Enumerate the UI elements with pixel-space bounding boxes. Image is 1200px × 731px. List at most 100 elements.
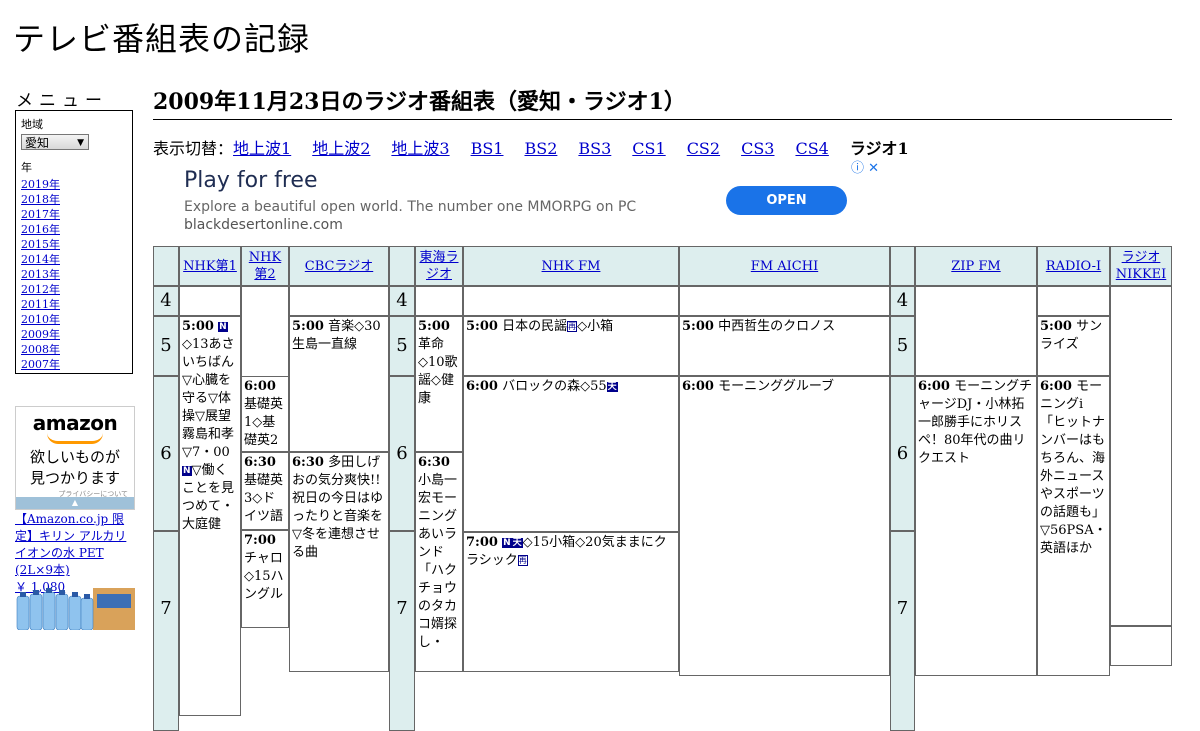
year-link-2008[interactable]: 2008年 xyxy=(21,342,127,357)
amazon-ad-banner[interactable]: amazon 欲しいものが 見つかります プライバシーについて ▲ xyxy=(15,406,135,510)
region-label: 地域 xyxy=(21,118,43,131)
program-cell[interactable]: 7:00 チャロ◇15ハングル xyxy=(241,530,289,628)
region-select[interactable]: 愛知 ▼ xyxy=(21,134,89,150)
hour-label: 6 xyxy=(890,376,915,531)
program-text: モーニングi「ヒットナンバーはもちろん、海外ニュースやスポーツの話題も」▽56P… xyxy=(1040,379,1107,556)
program-slot-empty xyxy=(1037,286,1110,316)
year-link-2010[interactable]: 2010年 xyxy=(21,312,127,327)
header-corner xyxy=(153,246,179,286)
ad-headline[interactable]: Play for free xyxy=(184,168,318,193)
product-image[interactable] xyxy=(15,582,135,630)
program-time: 6:30 xyxy=(418,455,450,470)
program-cell[interactable]: 6:30 多田しげおの気分爽快!! 祝日の今日はゆったりと音楽を▽冬を連想させる… xyxy=(289,452,389,672)
program-text: 小島一宏モーニングあいランド「ハクチョウのタカコ婿探し・ xyxy=(418,473,458,650)
hour-label: 5 xyxy=(153,316,179,376)
station-link-nhk1[interactable]: NHK第1 xyxy=(183,258,237,275)
ad-description: Explore a beautiful open world. The numb… xyxy=(184,199,637,215)
program-slot-empty xyxy=(415,286,463,316)
program-cell[interactable]: 5:00 革命◇10歌謡◇健康 xyxy=(415,316,463,452)
year-link-2019[interactable]: 2019年 xyxy=(21,177,127,192)
program-slot-empty xyxy=(241,286,289,376)
chevron-up-icon[interactable]: ▲ xyxy=(16,497,134,509)
hour-label: 6 xyxy=(153,376,179,531)
station-link-tokai[interactable]: 東海ラジオ xyxy=(418,249,460,283)
region-select-value: 愛知 xyxy=(25,136,50,150)
program-cell[interactable]: 6:00 バロックの森◇55天 xyxy=(463,376,679,532)
program-cell[interactable]: 7:00 N 天◇15小箱◇20気ままにクラシック再 xyxy=(463,532,679,672)
station-link-cbc[interactable]: CBCラジオ xyxy=(305,258,373,275)
year-link-2016[interactable]: 2016年 xyxy=(21,222,127,237)
program-cell[interactable]: 6:30 小島一宏モーニングあいランド「ハクチョウのタカコ婿探し・ xyxy=(415,452,463,672)
station-link-nhkfm[interactable]: NHK FM xyxy=(542,258,601,275)
station-link-radioi[interactable]: RADIO-I xyxy=(1046,258,1101,275)
ad-open-button[interactable]: OPEN xyxy=(726,186,847,215)
hour-label: 5 xyxy=(890,316,915,376)
program-time: 6:30 xyxy=(292,455,324,470)
station-link-radionikkei[interactable]: ラジオNIKKEI xyxy=(1113,249,1169,283)
ad-choices-icon[interactable]: ⓘ ✕ xyxy=(851,157,879,176)
hour-label: 6 xyxy=(389,376,415,531)
program-time: 6:00 xyxy=(918,379,950,394)
program-slot-empty xyxy=(1110,286,1172,626)
chevron-down-icon: ▼ xyxy=(77,138,84,148)
program-text: 革命◇10歌謡◇健康 xyxy=(418,337,458,406)
year-link-2017[interactable]: 2017年 xyxy=(21,207,127,222)
hour-label: 7 xyxy=(153,531,179,731)
station-header-radioi: RADIO-I xyxy=(1037,246,1110,286)
header-hour-spacer xyxy=(890,246,915,286)
program-text: 日本の民謡 xyxy=(502,319,568,334)
program-cell[interactable]: 5:00 N ◇13あさいちばん▽心臓を守る▽体操▽展望 霧島和孝▽7・00 N▽… xyxy=(179,316,241,716)
station-link-zipfm[interactable]: ZIP FM xyxy=(951,258,1000,275)
program-cell[interactable]: 5:00 音楽◇30生島一直線 xyxy=(289,316,389,452)
program-cell[interactable]: 6:30 基礎英3◇ドイツ語 xyxy=(241,452,289,530)
program-slot-empty xyxy=(1110,626,1172,666)
program-cell[interactable]: 6:00 モーニンググルーブ xyxy=(679,376,890,676)
year-list: 2019年 2018年 2017年 2016年 2015年 2014年 2013… xyxy=(21,177,127,372)
station-header-zipfm: ZIP FM xyxy=(915,246,1037,286)
program-text: 多田しげおの気分爽快!! 祝日の今日はゆったりと音楽を▽冬を連想させる曲 xyxy=(292,455,384,560)
program-cell[interactable]: 5:00 中西哲生のクロノス xyxy=(679,316,890,376)
ad-domain: blackdesertonline.com xyxy=(184,217,343,233)
program-cell[interactable]: 5:00 サンライズ xyxy=(1037,316,1110,376)
program-time: 6:00 xyxy=(244,379,276,394)
year-link-2015[interactable]: 2015年 xyxy=(21,237,127,252)
program-time: 5:00 xyxy=(1040,319,1072,334)
display-ad[interactable]: ⓘ ✕ Play for free Explore a beautiful op… xyxy=(153,156,881,246)
amazon-logo: amazon xyxy=(32,411,118,435)
program-text: バロックの森◇55 xyxy=(502,379,607,394)
menu-heading: メニュー xyxy=(16,91,108,111)
year-link-2018[interactable]: 2018年 xyxy=(21,192,127,207)
program-text: ◇13あさいちばん▽心臓を守る▽体操▽展望 霧島和孝▽7・00 xyxy=(182,337,240,460)
station-header-nhkfm: NHK FM xyxy=(463,246,679,286)
program-cell[interactable]: 6:00 モーニングチャージDJ・小林拓一郎勝手にホリスペ！80年代の曲リクエス… xyxy=(915,376,1037,676)
hour-label: 4 xyxy=(890,286,915,316)
program-cell[interactable]: 6:00 モーニングi「ヒットナンバーはもちろん、海外ニュースやスポーツの話題も… xyxy=(1037,376,1110,676)
amazon-copy-line2: 見つかります xyxy=(29,469,120,487)
year-link-2007[interactable]: 2007年 xyxy=(21,357,127,372)
program-time: 5:00 xyxy=(182,319,214,334)
station-header-nhk1: NHK第1 xyxy=(179,246,241,286)
program-text: ◇小箱 xyxy=(577,319,614,334)
hour-label: 5 xyxy=(389,316,415,376)
station-link-fmaichi[interactable]: FM AICHI xyxy=(751,258,818,275)
hour-label: 7 xyxy=(389,531,415,731)
station-link-nhk2[interactable]: NHK第2 xyxy=(244,249,286,283)
amazon-copy-line1: 欲しいものが xyxy=(29,448,120,466)
station-header-radionikkei: ラジオNIKKEI xyxy=(1110,246,1172,286)
rebroadcast-badge: 再 xyxy=(517,555,528,566)
hour-label: 4 xyxy=(389,286,415,316)
program-cell[interactable]: 5:00 日本の民謡再◇小箱 xyxy=(463,316,679,376)
menu-box: 地域 愛知 ▼ 年 2019年 2018年 2017年 2016年 2015年 … xyxy=(15,110,133,374)
program-grid: NHK第1 NHK第2 CBCラジオ 東海ラジオ NHK FM FM AICHI… xyxy=(153,246,1172,731)
hour-label: 4 xyxy=(153,286,179,316)
news-badge: N xyxy=(502,538,512,548)
news-badge: N xyxy=(218,322,228,332)
page-title: 2009年11月23日のラジオ番組表（愛知・ラジオ1） xyxy=(153,84,1172,120)
year-link-2014[interactable]: 2014年 xyxy=(21,252,127,267)
amazon-promo-link[interactable]: 【Amazon.co.jp 限定】キリン アルカリイオンの水 PET (2L×9… xyxy=(15,512,126,577)
year-link-2013[interactable]: 2013年 xyxy=(21,267,127,282)
year-link-2011[interactable]: 2011年 xyxy=(21,297,127,312)
year-link-2012[interactable]: 2012年 xyxy=(21,282,127,297)
program-cell[interactable]: 6:00 基礎英1◇基礎英2 xyxy=(241,376,289,452)
year-link-2009[interactable]: 2009年 xyxy=(21,327,127,342)
